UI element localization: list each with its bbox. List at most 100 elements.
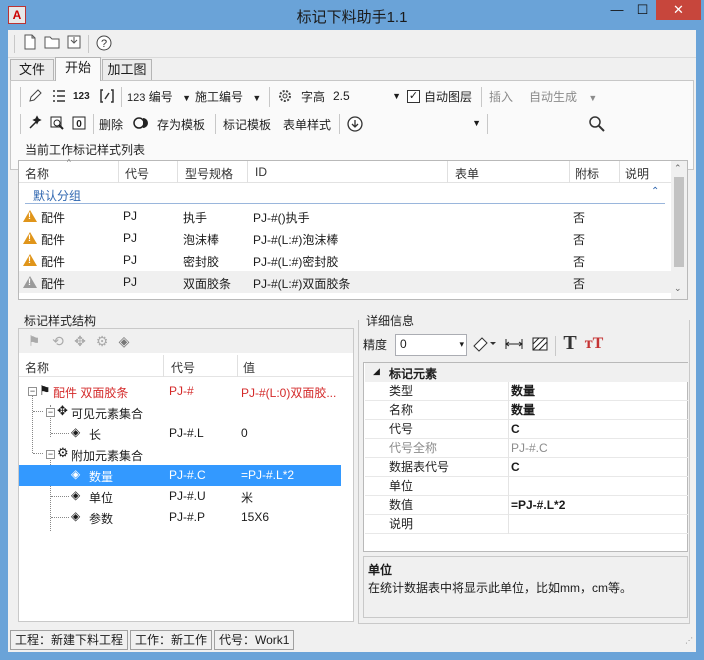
- number-sequence-icon[interactable]: 123: [73, 88, 90, 106]
- property-row[interactable]: 说明: [365, 515, 688, 534]
- status-project: 工程：新建下料工程: [10, 630, 129, 650]
- vertical-scrollbar[interactable]: ⌃ ⌄: [671, 161, 687, 299]
- tree-node[interactable]: ◈ 参数 PJ-#.P 15X6: [19, 507, 353, 528]
- column-header-note[interactable]: 说明: [625, 165, 649, 182]
- cell-attached: 否: [573, 233, 586, 247]
- precision-input[interactable]: 0 ▾: [395, 334, 467, 356]
- move-icon[interactable]: ✥: [71, 332, 89, 350]
- flag-icon[interactable]: ⚑: [25, 332, 43, 350]
- property-value[interactable]: C: [511, 458, 520, 477]
- text-style-icon[interactable]: тT: [583, 335, 605, 353]
- collapse-icon[interactable]: −: [46, 408, 55, 417]
- property-row[interactable]: 类型 数量: [365, 382, 688, 401]
- property-row[interactable]: 名称 数量: [365, 401, 688, 420]
- cell-spec: 泡沫棒: [183, 233, 220, 247]
- node-code: PJ-#.U: [169, 489, 206, 503]
- template-toggle-icon[interactable]: [131, 115, 151, 135]
- column-header-attached[interactable]: 附标: [575, 165, 599, 182]
- minimize-button[interactable]: —: [604, 0, 630, 20]
- scrollbar-thumb[interactable]: [674, 177, 684, 267]
- quick-access-toolbar: ?: [8, 30, 696, 58]
- table-row-selected[interactable]: 配件 PJ 双面胶条 PJ-#(L:#)双面胶条 否: [19, 271, 671, 293]
- tree-node[interactable]: − ⚙ 附加元素集合: [19, 444, 353, 465]
- tree-node[interactable]: ◈ 单位 PJ-#.U 米: [19, 486, 353, 507]
- property-value[interactable]: 数量: [511, 401, 535, 420]
- column-header-code[interactable]: 代号: [171, 359, 195, 376]
- property-value[interactable]: C: [511, 420, 520, 439]
- tab-processing-drawing[interactable]: 加工图: [102, 59, 152, 81]
- collapse-icon[interactable]: −: [46, 450, 55, 459]
- numbering-dropdown[interactable]: 123 编号 ▼: [127, 88, 191, 107]
- collapse-icon[interactable]: −: [28, 387, 37, 396]
- resize-grip-icon[interactable]: ⋰: [685, 636, 693, 645]
- hatch-icon[interactable]: [529, 336, 551, 356]
- construction-numbering-dropdown[interactable]: 施工编号 ▼: [195, 88, 261, 107]
- column-header-id[interactable]: ID: [255, 165, 267, 179]
- maximize-button[interactable]: ☐: [630, 0, 655, 20]
- property-row-selected[interactable]: 单位: [365, 477, 688, 496]
- property-row[interactable]: 数据表代号 C: [365, 458, 688, 477]
- close-button[interactable]: ✕: [656, 0, 701, 20]
- new-file-icon[interactable]: [20, 34, 40, 54]
- tree-node-selected[interactable]: ◈ 数量 PJ-#.C =PJ-#.L*2: [19, 465, 341, 486]
- bracket-number-icon[interactable]: [97, 88, 117, 108]
- tab-start[interactable]: 开始: [55, 57, 101, 81]
- list-numbered-icon[interactable]: [49, 88, 69, 108]
- tree-node-root[interactable]: − ⚑ 配件 双面胶条 PJ-# PJ-#(L:0)双面胶...: [19, 381, 353, 402]
- dimension-icon[interactable]: [503, 336, 525, 356]
- download-circle-icon[interactable]: [345, 115, 365, 137]
- counter-icon[interactable]: 0: [69, 115, 89, 135]
- scroll-down-icon[interactable]: ⌄: [674, 283, 682, 294]
- collapse-group-icon[interactable]: ⌃: [651, 186, 659, 197]
- column-header-form[interactable]: 表单: [455, 165, 479, 182]
- scroll-up-icon[interactable]: ⌃: [674, 163, 682, 174]
- spinner-icon[interactable]: ▾: [459, 335, 464, 353]
- column-header-spec[interactable]: 型号规格: [185, 165, 233, 182]
- toolbar-separator: [555, 336, 556, 356]
- save-icon[interactable]: [64, 34, 84, 54]
- auto-generate-dropdown[interactable]: 自动生成 ▼: [529, 88, 597, 107]
- property-category[interactable]: ◢ 标记元素: [365, 363, 688, 382]
- tab-file[interactable]: 文件: [10, 59, 54, 81]
- node-name: 配件 双面胶条: [53, 386, 129, 400]
- property-value[interactable]: 数量: [511, 382, 535, 401]
- table-row[interactable]: 配件 PJ 执手 PJ-#()执手 否: [19, 205, 671, 227]
- refresh-icon[interactable]: ⟲: [49, 332, 67, 350]
- open-folder-icon[interactable]: [42, 34, 62, 54]
- insert-button[interactable]: 插入: [489, 88, 513, 106]
- column-header-name[interactable]: 名称: [25, 359, 49, 376]
- pencil-icon[interactable]: [25, 88, 45, 108]
- zoom-select-icon[interactable]: [47, 115, 67, 135]
- text-icon[interactable]: T: [559, 333, 581, 353]
- style-combo[interactable]: ▼: [369, 114, 483, 134]
- gear-icon[interactable]: [275, 88, 295, 108]
- mark-template-button[interactable]: 标记模板: [223, 116, 271, 134]
- column-header-name[interactable]: 名称: [25, 165, 49, 182]
- property-row[interactable]: 代号 C: [365, 420, 688, 439]
- collapse-icon[interactable]: ◢: [373, 366, 380, 377]
- save-template-button[interactable]: 存为模板: [157, 116, 205, 134]
- column-header-value[interactable]: 值: [243, 359, 255, 376]
- form-style-button[interactable]: 表单样式: [283, 116, 331, 134]
- search-icon[interactable]: [587, 115, 607, 137]
- magic-wand-icon[interactable]: [25, 115, 45, 135]
- delete-button[interactable]: 删除: [99, 116, 123, 134]
- eraser-icon[interactable]: ◈: [115, 332, 133, 350]
- font-height-input[interactable]: 2.5 ▼: [329, 87, 403, 107]
- structure-toolbar: ⚑ ⟲ ✥ ⚙ ◈: [19, 329, 353, 353]
- auto-layer-label: 自动图层: [424, 90, 473, 104]
- table-row[interactable]: 配件 PJ 密封胶 PJ-#(L:#)密封胶 否: [19, 249, 671, 271]
- auto-layer-checkbox[interactable]: ✓: [407, 90, 420, 103]
- cell-name: 配件: [41, 211, 66, 225]
- column-header-code[interactable]: 代号: [125, 165, 149, 182]
- tag-dropdown-icon[interactable]: [471, 336, 499, 356]
- table-row[interactable]: 配件 PJ 泡沫棒 PJ-#(L:#)泡沫棒 否: [19, 227, 671, 249]
- property-row[interactable]: 数值 =PJ-#.L*2: [365, 496, 688, 515]
- tree-node[interactable]: − ✥ 可见元素集合: [19, 402, 353, 423]
- tree-node[interactable]: ◈ 长 PJ-#.L 0: [19, 423, 353, 444]
- property-row[interactable]: 代号全称 PJ-#.C: [365, 439, 688, 458]
- property-value[interactable]: =PJ-#.L*2: [511, 496, 565, 515]
- help-icon[interactable]: ?: [94, 34, 114, 54]
- settings-icon[interactable]: ⚙: [93, 332, 111, 350]
- node-value: 0: [241, 426, 248, 440]
